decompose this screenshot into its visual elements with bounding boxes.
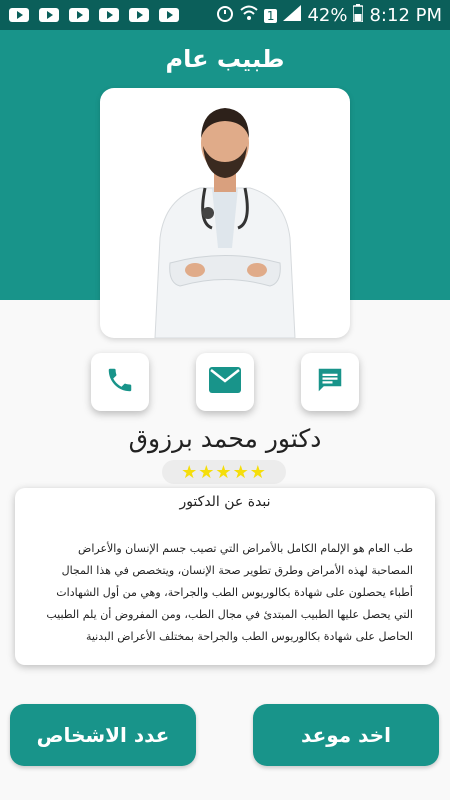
bio-card: نبدة عن الدكتور طب العام هو الإلمام الكا… bbox=[15, 488, 435, 665]
doctor-name: دكتور محمد برزوق bbox=[128, 424, 322, 453]
bio-line: الحاصل على شهادة بكالوريوس الطب والجراحة… bbox=[85, 630, 413, 643]
bio-line: أطباء يحصلون على شهادة بكالوريوس الطب وا… bbox=[56, 586, 413, 599]
battery-icon bbox=[352, 4, 365, 27]
call-button[interactable] bbox=[91, 353, 149, 411]
status-bar: 1 42% 8:12 PM bbox=[0, 0, 450, 30]
youtube-icon bbox=[128, 5, 150, 25]
signal-icon bbox=[283, 5, 302, 26]
bio-text: طب العام هو الإلمام الكامل بالأمراض التي… bbox=[25, 538, 413, 648]
notification-icons bbox=[8, 5, 180, 25]
youtube-icon bbox=[158, 5, 180, 25]
sim-icon: 1 bbox=[263, 8, 278, 23]
people-count-button[interactable]: عدد الاشخاص bbox=[10, 704, 196, 766]
email-icon bbox=[209, 367, 241, 397]
bio-line: المصاحبة لهذه الأمراض وطرق تطوير صحة الإ… bbox=[61, 564, 413, 577]
phone-icon bbox=[105, 365, 135, 399]
youtube-icon bbox=[8, 5, 30, 25]
youtube-icon bbox=[98, 5, 120, 25]
alarm-icon bbox=[216, 4, 234, 27]
email-button[interactable] bbox=[196, 353, 254, 411]
bio-line: التي يحصل عليها الطبيب المبتدئ في مجال ا… bbox=[46, 608, 413, 621]
message-button[interactable] bbox=[301, 353, 359, 411]
youtube-icon bbox=[68, 5, 90, 25]
doctor-photo bbox=[100, 88, 350, 338]
rating-stars: ★★★★★ bbox=[162, 460, 286, 484]
battery-percent: 42% bbox=[307, 5, 348, 26]
clock: 8:12 PM bbox=[369, 5, 442, 26]
bio-line: طب العام هو الإلمام الكامل بالأمراض التي… bbox=[78, 542, 413, 555]
page-title: طبيب عام bbox=[165, 45, 285, 73]
bio-title: نبدة عن الدكتور bbox=[179, 494, 271, 510]
system-icons: 1 42% 8:12 PM bbox=[216, 4, 442, 27]
message-icon bbox=[315, 365, 345, 399]
book-appointment-button[interactable]: اخد موعد bbox=[253, 704, 439, 766]
youtube-icon bbox=[38, 5, 60, 25]
wifi-icon bbox=[240, 5, 258, 26]
